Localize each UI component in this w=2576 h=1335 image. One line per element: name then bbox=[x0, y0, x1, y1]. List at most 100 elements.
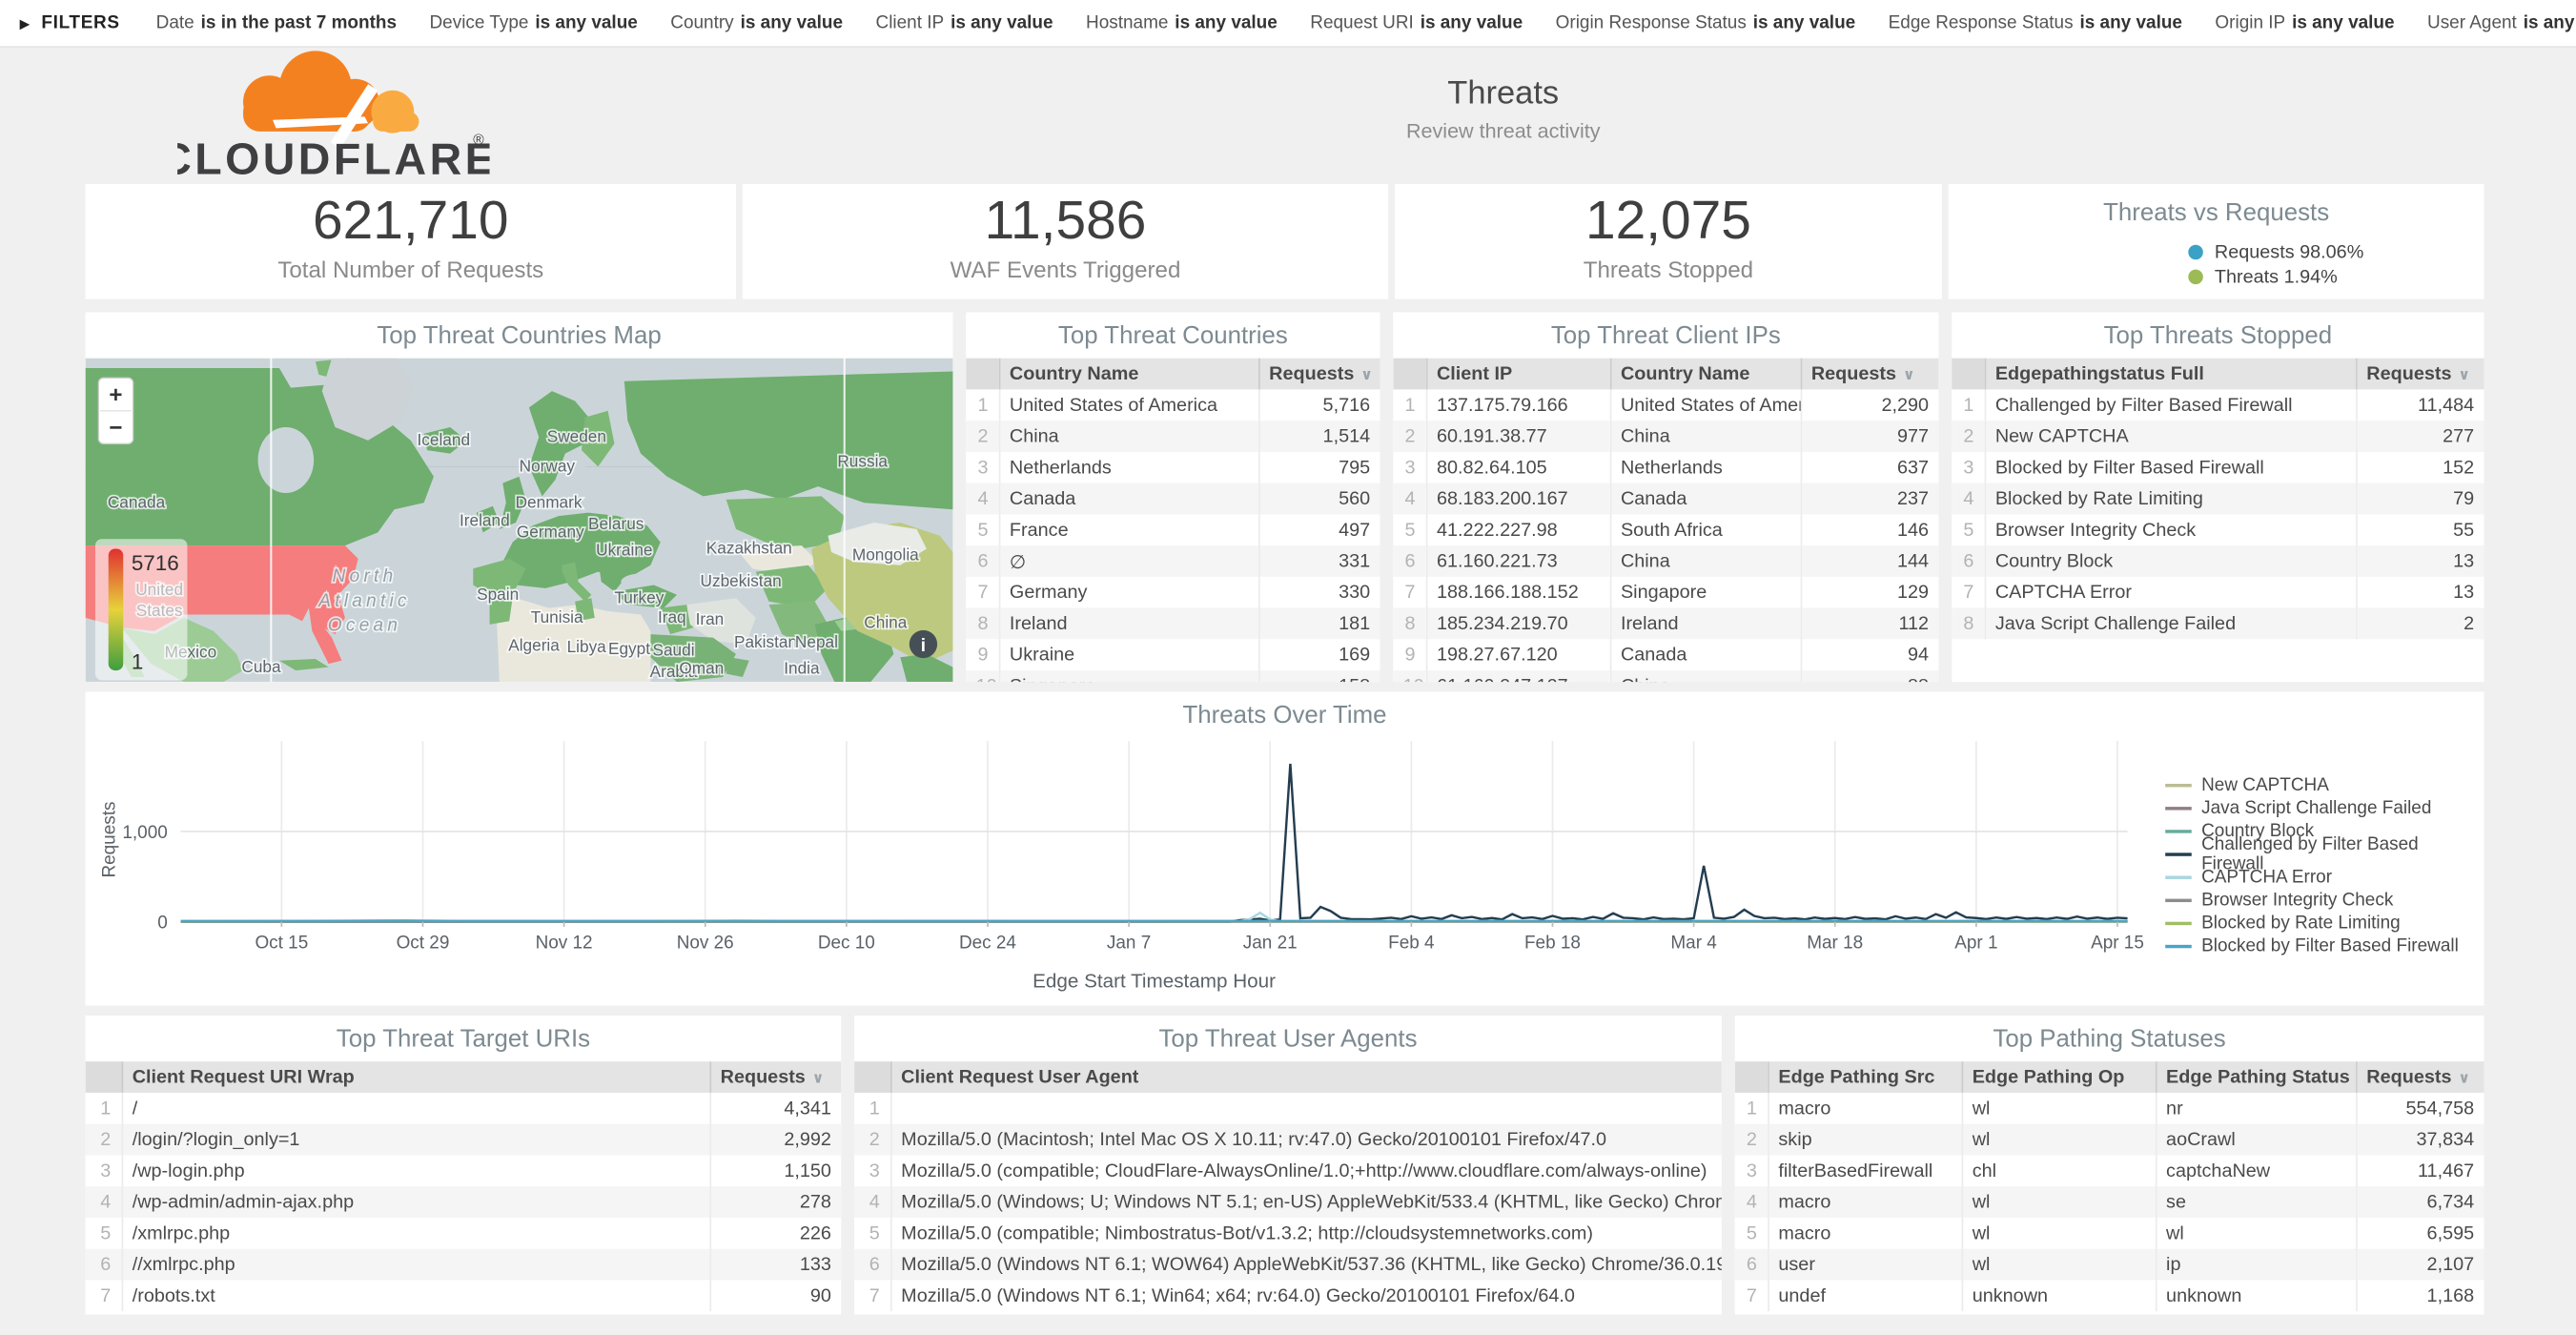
table-row[interactable]: 5/xmlrpc.php226 bbox=[86, 1218, 842, 1249]
chart-legend-item[interactable]: New CAPTCHA bbox=[2165, 774, 2484, 797]
table-row[interactable]: 3filterBasedFirewallchlcaptchaNew11,467 bbox=[1735, 1155, 2484, 1186]
filter-item[interactable]: Edge Response Statusis any value bbox=[1889, 13, 2182, 33]
table-row[interactable]: 541.222.227.98South Africa146 bbox=[1393, 514, 1938, 545]
table-row[interactable]: 9Ukraine169 bbox=[966, 639, 1380, 670]
table-row[interactable]: 7Mozilla/5.0 (Windows NT 6.1; Win64; x64… bbox=[854, 1280, 1722, 1311]
chart-legend-item[interactable]: Blocked by Rate Limiting bbox=[2165, 912, 2484, 934]
table-row[interactable]: 1 bbox=[854, 1093, 1722, 1124]
cell: 129 bbox=[1801, 577, 1939, 608]
table-row[interactable]: 10Singapore158 bbox=[966, 670, 1380, 682]
index-header bbox=[1952, 359, 1984, 390]
table-row[interactable]: 4Canada560 bbox=[966, 483, 1380, 515]
table-row[interactable]: 1137.175.79.166United States of America2… bbox=[1393, 389, 1938, 421]
table-row[interactable]: 3Blocked by Filter Based Firewall152 bbox=[1952, 452, 2484, 483]
table-row[interactable]: 661.160.221.73China144 bbox=[1393, 545, 1938, 577]
filters-expand-icon[interactable]: ▶ bbox=[20, 15, 31, 31]
chart-legend-item[interactable]: Browser Integrity Check bbox=[2165, 889, 2484, 912]
table-row[interactable]: 4Mozilla/5.0 (Windows; U; Windows NT 5.1… bbox=[854, 1186, 1722, 1218]
table-row[interactable]: 1Challenged by Filter Based Firewall11,4… bbox=[1952, 389, 2484, 421]
map-info-icon[interactable]: i bbox=[910, 630, 937, 658]
column-header[interactable]: Client Request URI Wrap bbox=[122, 1061, 710, 1093]
table-row[interactable]: 6Country Block13 bbox=[1952, 545, 2484, 577]
column-header[interactable]: Edge Pathing Op bbox=[1962, 1061, 2156, 1093]
table-row[interactable]: 6Mozilla/5.0 (Windows NT 6.1; WOW64) App… bbox=[854, 1249, 1722, 1281]
map-zoom-in-button[interactable]: + bbox=[109, 382, 122, 408]
cell: Canada bbox=[1610, 483, 1801, 515]
column-header[interactable]: Client Request User Agent bbox=[890, 1061, 1722, 1093]
column-header[interactable]: Edgepathingstatus Full bbox=[1985, 359, 2356, 390]
filter-item[interactable]: Origin IPis any value bbox=[2215, 13, 2394, 33]
table-row[interactable]: 9198.27.67.120Canada94 bbox=[1393, 639, 1938, 670]
table-row[interactable]: 2skipwlaoCrawl37,834 bbox=[1735, 1124, 2484, 1156]
table-row[interactable]: 3Netherlands795 bbox=[966, 452, 1380, 483]
column-header-sorted[interactable]: Requests∨ bbox=[2356, 359, 2484, 390]
table-row[interactable]: 8Ireland181 bbox=[966, 608, 1380, 640]
table-row[interactable]: 2New CAPTCHA277 bbox=[1952, 421, 2484, 452]
table-row[interactable]: 3/wp-login.php1,150 bbox=[86, 1155, 842, 1186]
cell: ip bbox=[2156, 1249, 2356, 1281]
stat-value: 11,586 bbox=[743, 189, 1388, 251]
table-row[interactable]: 1macrowlnr554,758 bbox=[1735, 1093, 2484, 1124]
table-row[interactable]: 5Mozilla/5.0 (compatible; Nimbostratus-B… bbox=[854, 1218, 1722, 1249]
chart-legend-item[interactable]: Blocked by Filter Based Firewall bbox=[2165, 935, 2484, 958]
chart-legend-item[interactable]: Java Script Challenge Failed bbox=[2165, 797, 2484, 820]
filter-item[interactable]: Request URIis any value bbox=[1310, 13, 1523, 33]
filter-item[interactable]: Hostnameis any value bbox=[1086, 13, 1278, 33]
cell: CAPTCHA Error bbox=[1985, 577, 2356, 608]
table-row[interactable]: 7/robots.txt90 bbox=[86, 1280, 842, 1311]
table-row[interactable]: 1United States of America5,716 bbox=[966, 389, 1380, 421]
column-header-sorted[interactable]: Requests∨ bbox=[1801, 359, 1939, 390]
world-map[interactable]: CanadaUnitedStatesMexicoCubaIcelandSwede… bbox=[86, 359, 953, 682]
table-row[interactable]: 2China1,514 bbox=[966, 421, 1380, 452]
cell: New CAPTCHA bbox=[1985, 421, 2356, 452]
filter-item[interactable]: Dateis in the past 7 months bbox=[156, 13, 397, 33]
table-row[interactable]: 1/4,341 bbox=[86, 1093, 842, 1124]
table-row[interactable]: 380.82.64.105Netherlands637 bbox=[1393, 452, 1938, 483]
column-header-sorted[interactable]: Requests∨ bbox=[2356, 1061, 2484, 1093]
filter-item[interactable]: Device Typeis any value bbox=[429, 13, 637, 33]
table-row[interactable]: 6∅331 bbox=[966, 545, 1380, 577]
table-row[interactable]: 2Mozilla/5.0 (Macintosh; Intel Mac OS X … bbox=[854, 1124, 1722, 1156]
column-header[interactable]: Country Name bbox=[999, 359, 1258, 390]
table-row[interactable]: 1061.160.247.127China88 bbox=[1393, 670, 1938, 682]
table-row[interactable]: 6//xmlrpc.php133 bbox=[86, 1249, 842, 1281]
table-row[interactable]: 8185.234.219.70Ireland112 bbox=[1393, 608, 1938, 640]
column-header-sorted[interactable]: Requests∨ bbox=[1258, 359, 1380, 390]
row-index: 7 bbox=[854, 1280, 890, 1311]
table-row[interactable]: 7188.166.188.152Singapore129 bbox=[1393, 577, 1938, 608]
table-row[interactable]: 8Java Script Challenge Failed2 bbox=[1952, 608, 2484, 640]
table-row[interactable]: 4Blocked by Rate Limiting79 bbox=[1952, 483, 2484, 515]
table-row[interactable]: 7CAPTCHA Error13 bbox=[1952, 577, 2484, 608]
table-row[interactable]: 6userwlip2,107 bbox=[1735, 1249, 2484, 1281]
column-header[interactable]: Client IP bbox=[1426, 359, 1610, 390]
cell: Blocked by Filter Based Firewall bbox=[1985, 452, 2356, 483]
table-row[interactable]: 3Mozilla/5.0 (compatible; CloudFlare-Alw… bbox=[854, 1155, 1722, 1186]
table-row[interactable]: 4/wp-admin/admin-ajax.php278 bbox=[86, 1186, 842, 1218]
row-index: 1 bbox=[1393, 389, 1425, 421]
filter-item[interactable]: Client IPis any value bbox=[876, 13, 1053, 33]
cell: China bbox=[1610, 421, 1801, 452]
table-row[interactable]: 468.183.200.167Canada237 bbox=[1393, 483, 1938, 515]
table-row[interactable]: 4macrowlse6,734 bbox=[1735, 1186, 2484, 1218]
cell: Netherlands bbox=[1610, 452, 1801, 483]
filter-item[interactable]: Countryis any value bbox=[670, 13, 843, 33]
table-row[interactable]: 260.191.38.77China977 bbox=[1393, 421, 1938, 452]
filter-item[interactable]: User Agentis any value bbox=[2427, 13, 2576, 33]
table-row[interactable]: 7Germany330 bbox=[966, 577, 1380, 608]
column-header[interactable]: Edge Pathing Status bbox=[2156, 1061, 2356, 1093]
chart-legend-item[interactable]: Challenged by Filter Based Firewall bbox=[2165, 843, 2484, 866]
filters-toggle[interactable]: FILTERS bbox=[41, 13, 119, 33]
map-zoom-out-button[interactable]: − bbox=[109, 416, 122, 442]
map-label: Mongolia bbox=[852, 545, 919, 565]
filter-item[interactable]: Origin Response Statusis any value bbox=[1556, 13, 1856, 33]
table-row[interactable]: 5macrowlwl6,595 bbox=[1735, 1218, 2484, 1249]
map-label: Ireland bbox=[460, 510, 510, 529]
table-row[interactable]: 2/login/?login_only=12,992 bbox=[86, 1124, 842, 1156]
top-pathing-statuses-card: Top Pathing Statuses Edge Pathing Src Ed… bbox=[1735, 1016, 2484, 1315]
column-header[interactable]: Country Name bbox=[1610, 359, 1801, 390]
column-header[interactable]: Edge Pathing Src bbox=[1768, 1061, 1961, 1093]
column-header-sorted[interactable]: Requests∨ bbox=[709, 1061, 841, 1093]
table-row[interactable]: 7undefunknownunknown1,168 bbox=[1735, 1280, 2484, 1311]
table-row[interactable]: 5Browser Integrity Check55 bbox=[1952, 514, 2484, 545]
table-row[interactable]: 5France497 bbox=[966, 514, 1380, 545]
